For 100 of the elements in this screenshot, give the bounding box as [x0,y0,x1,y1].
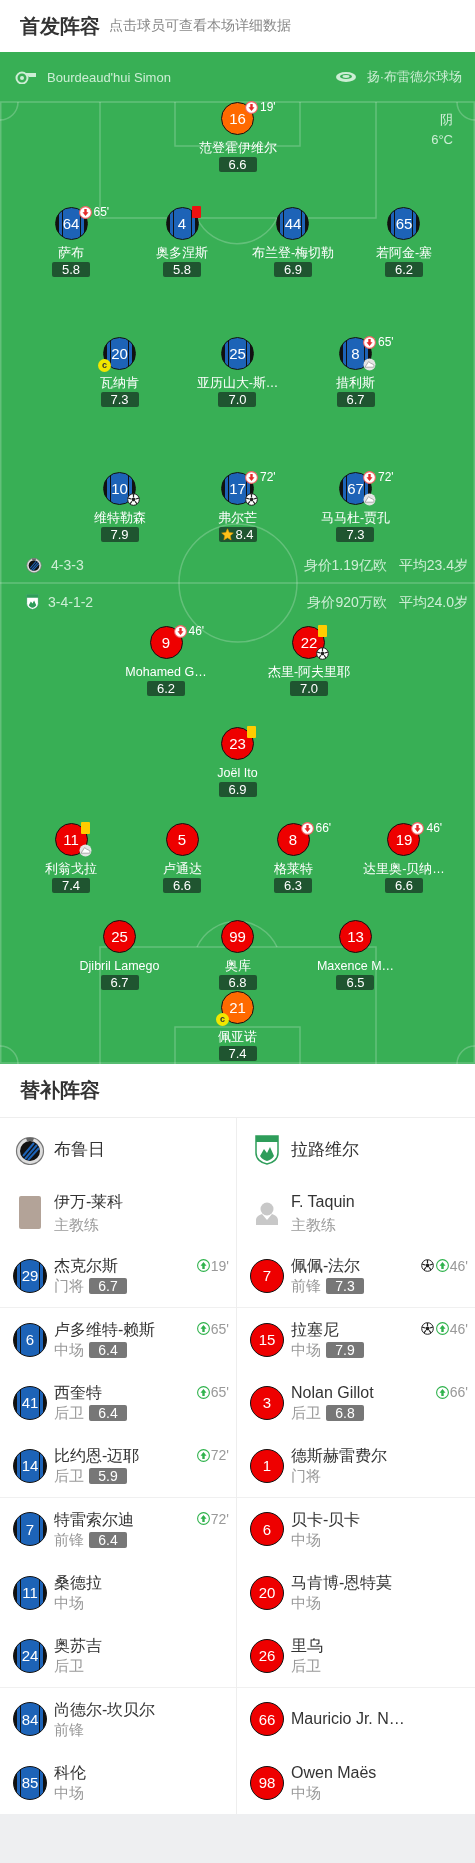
player-name: Djibril Lamego [79,958,160,974]
player-token[interactable]: 15 [250,1322,284,1357]
rating-badge: 6.9 [274,262,312,277]
position-text: 前锋 [54,1530,84,1549]
player-token[interactable]: 11 [13,1575,47,1610]
formation-text: 4-3-3 [51,556,84,575]
player-token[interactable]: 10 [103,472,136,505]
substitution-on-icon [435,1322,449,1336]
rating-badge: 6.6 [163,878,201,893]
stadium-name: 扬·布雷德尔球场 [366,68,462,86]
hint-text: 点击球员可查看本场详细数据 [109,17,291,35]
football-icon [316,647,330,660]
position-text: 中场 [54,1341,84,1360]
position-text: 中场 [291,1341,321,1360]
player-token[interactable]: 20 [250,1575,284,1610]
player-token[interactable]: 66 [250,1702,284,1737]
player-token[interactable]: 16 [221,102,254,135]
substitution-minute: 65' [210,1320,229,1337]
substitution-minute: 46' [449,1320,468,1337]
player-name: 奥库 [224,958,251,974]
player-token[interactable]: 6 [250,1512,284,1547]
market-value-text: 身价1.19亿欧 [303,556,387,575]
substitution-minute: 46' [449,1257,468,1274]
player-token[interactable]: 44 [276,207,310,240]
player-name: 亚历山大-斯… [196,375,279,391]
player-name: 尚德尔-坎贝尔 [54,1699,156,1720]
player-token[interactable]: 24 [13,1638,47,1673]
weather-text: 阴 [439,111,453,129]
player-token[interactable]: 13 [339,920,372,953]
player-token[interactable]: 7 [13,1512,47,1547]
rating-badge: 7.4 [218,1046,257,1061]
rating-badge: 7.4 [52,878,90,893]
player-token[interactable]: 98 [250,1765,284,1800]
substitution-minute: 72' [260,471,276,484]
player-token[interactable]: 4 [165,207,199,240]
player-token[interactable]: 8 [276,823,310,856]
star-icon [221,528,235,541]
player-token[interactable]: 85 [13,1765,47,1800]
coach-role: 主教练 [291,1215,337,1234]
player-name: 弗尔芒 [218,510,257,526]
captain-badge: c [216,1013,229,1026]
substitution-minute: 65' [93,206,110,219]
coach-name: F. Taquin [291,1191,355,1212]
player-name: 科伦 [54,1763,86,1784]
player-token[interactable]: 19 [387,823,421,856]
substitution-minute: 65' [378,336,394,349]
club-crest-icon [26,594,39,610]
football-icon [127,493,140,506]
player-name: 措利斯 [336,375,375,391]
section-title: 首发阵容 [20,13,100,39]
player-name: 佩佩-法尔 [291,1256,362,1277]
player-token[interactable]: 25 [103,920,136,953]
player-name: Maxence M… [316,958,395,974]
player-token[interactable]: 84 [13,1702,47,1737]
photo-placeholder [19,1196,41,1230]
rating-badge: 6.8 [326,1405,364,1422]
club-crest-icon [255,1134,279,1165]
player-name: 奥苏吉 [54,1636,102,1656]
position-text: 后卫 [54,1404,84,1423]
substitution-minute: 19' [210,1257,229,1274]
player-token[interactable]: 65 [387,207,421,240]
substitution-minute: 46' [188,625,205,638]
team-name: 布鲁日 [54,1139,105,1162]
rating-badge: 6.7 [100,975,139,990]
player-name: 杰里-阿夫里耶 [267,664,351,680]
player-token[interactable]: 9 [149,626,183,659]
section-title: 替补阵容 [20,1078,100,1103]
player-token[interactable]: 23 [221,727,254,760]
substitution-off-icon [245,471,258,484]
rating-badge: 6.5 [336,975,375,990]
player-name: Owen Maës [291,1763,377,1784]
rating-badge: 6.8 [218,975,257,990]
player-name: 卢通达 [162,861,202,877]
player-name: 马肯博-恩特莫 [291,1573,393,1594]
whistle-icon [15,70,37,84]
rating-badge: 6.3 [274,878,312,893]
player-token[interactable]: 14 [13,1448,47,1483]
position-text: 后卫 [54,1657,84,1675]
player-token[interactable]: 64 [54,207,88,240]
player-token[interactable]: 99 [221,920,254,953]
player-token[interactable]: 29 [13,1258,47,1293]
player-name: 德斯赫雷费尔 [291,1446,387,1467]
player-token[interactable]: 41 [13,1385,47,1420]
substitution-off-icon [78,206,92,219]
player-token[interactable]: 1 [250,1448,284,1483]
player-token[interactable]: 7 [250,1258,284,1293]
player-token[interactable]: 25 [221,337,254,370]
player-name: 利翁戈拉 [45,861,97,877]
rating-badge: 7.3 [100,392,139,407]
player-token[interactable]: 3 [250,1385,284,1420]
player-name: 格莱特 [273,861,313,877]
position-text: 中场 [291,1530,321,1549]
player-token[interactable]: 6 [13,1322,47,1357]
player-token[interactable]: 26 [250,1638,284,1673]
rating-badge: 6.4 [89,1405,127,1422]
player-token[interactable]: 5 [165,823,199,856]
substitution-minute: 66' [449,1384,468,1401]
rating-badge: 6.7 [336,392,375,407]
substitution-minute: 65' [210,1384,229,1401]
position-text: 前锋 [291,1277,321,1296]
